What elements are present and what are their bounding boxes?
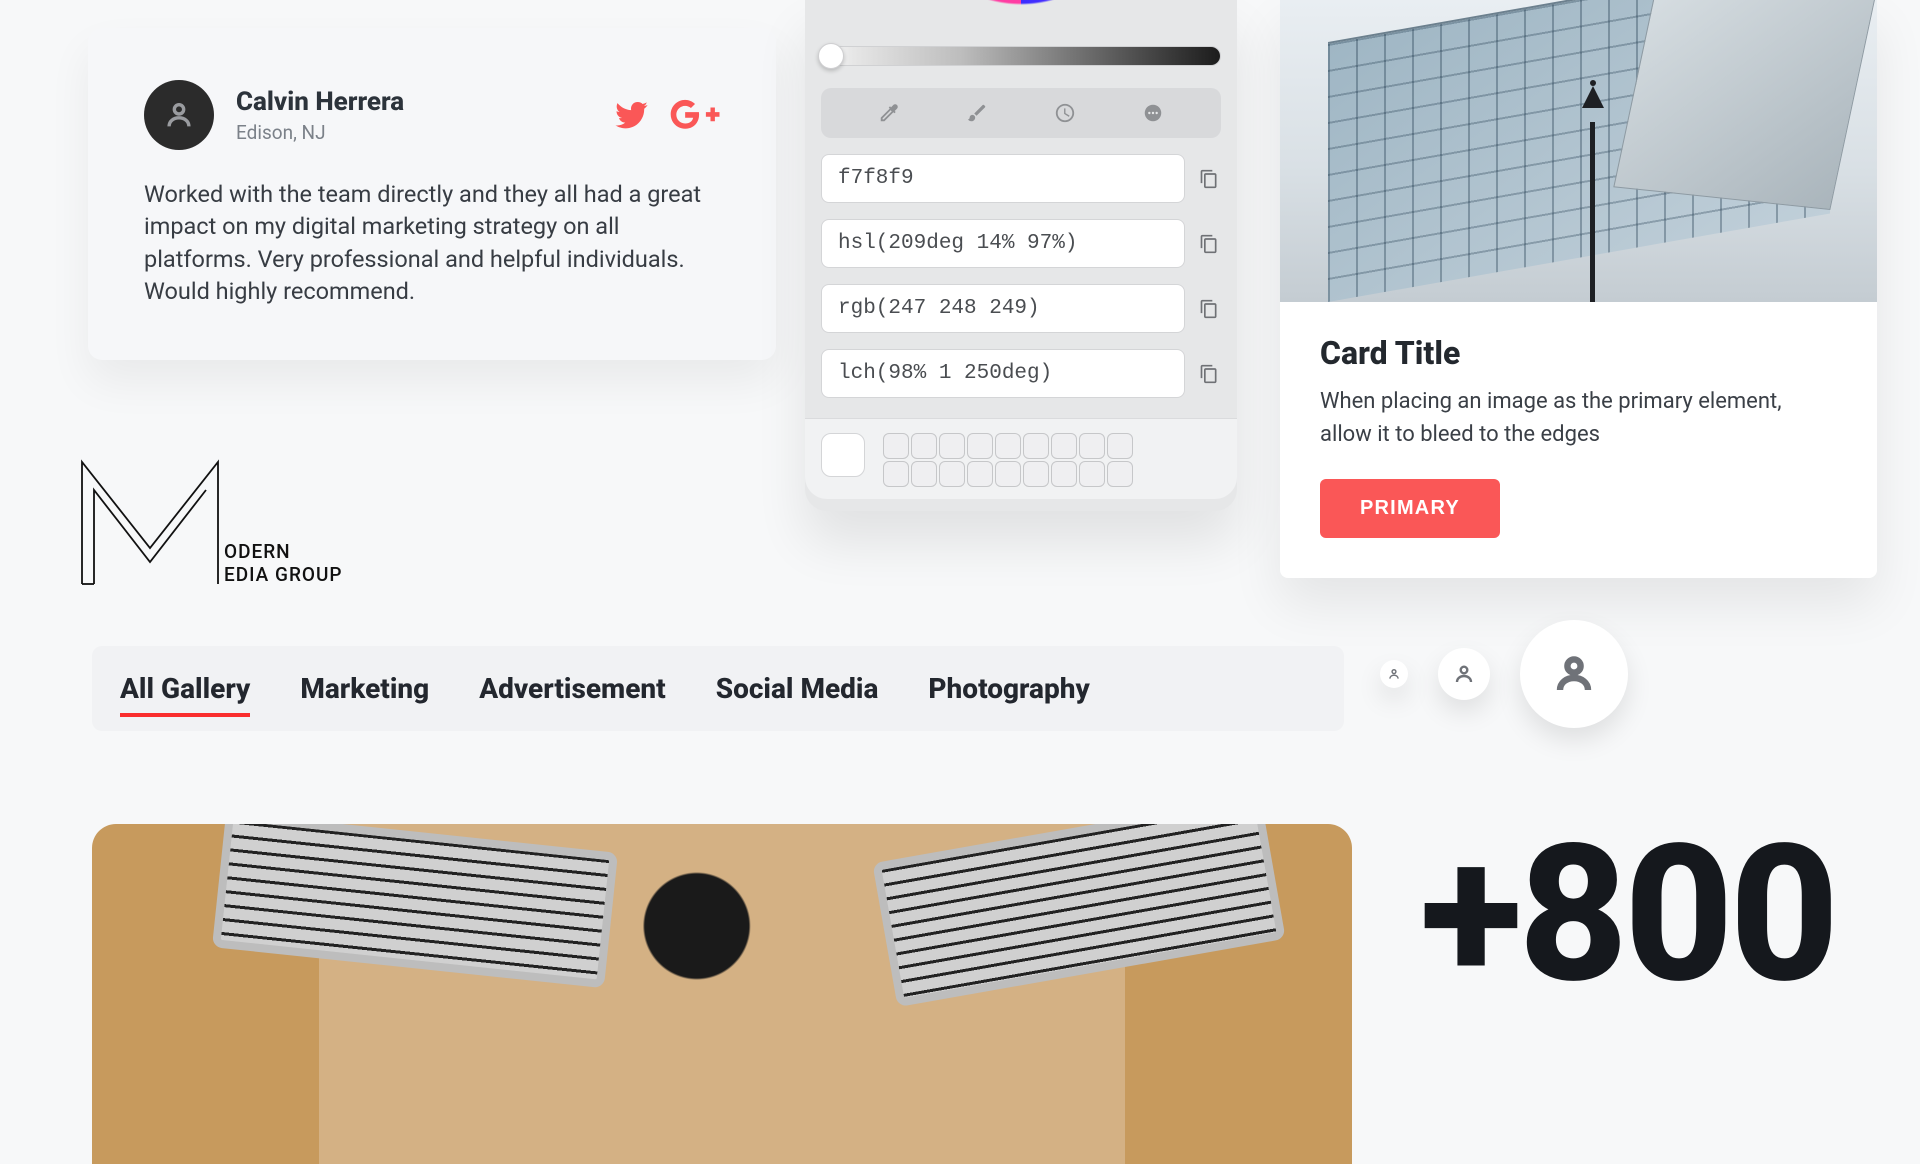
avatar-chip-small[interactable] (1380, 660, 1408, 688)
rgb-field[interactable] (821, 284, 1185, 333)
brightness-slider[interactable] (821, 46, 1221, 66)
testimonial-social (615, 98, 720, 132)
tab-social-media[interactable]: Social Media (716, 672, 879, 705)
tab-advertisement[interactable]: Advertisement (479, 672, 665, 705)
testimonial-name: Calvin Herrera (236, 87, 404, 117)
testimonial-body: Worked with the team directly and they a… (144, 178, 720, 308)
card-body: Card Title When placing an image as the … (1280, 302, 1877, 578)
copy-rgb-button[interactable] (1197, 297, 1221, 321)
card-description: When placing an image as the primary ele… (1320, 386, 1837, 451)
brightness-thumb[interactable] (818, 43, 844, 69)
logo-line-1: ODERN (224, 540, 343, 564)
person-icon (162, 98, 196, 132)
testimonial-location: Edison, NJ (236, 121, 404, 144)
avatar (144, 80, 214, 150)
swatch-grid[interactable] (883, 433, 1133, 487)
lch-field[interactable] (821, 349, 1185, 398)
person-icon (1550, 650, 1598, 698)
logo-text: ODERN EDIA GROUP (224, 540, 343, 588)
testimonial-card: Calvin Herrera Edison, NJ Worked with th… (88, 28, 776, 360)
brand-logo: ODERN EDIA GROUP (76, 452, 343, 588)
stat-number: +800 (1420, 830, 1835, 1001)
testimonial-header: Calvin Herrera Edison, NJ (144, 80, 720, 150)
twitter-icon[interactable] (615, 98, 649, 132)
tab-all-gallery[interactable]: All Gallery (120, 672, 250, 705)
person-icon (1452, 662, 1476, 686)
more-icon[interactable] (1142, 102, 1164, 124)
building-illustration (1280, 0, 1877, 302)
swatch-row (805, 418, 1237, 499)
logo-line-2: EDIA GROUP (224, 563, 343, 587)
google-plus-icon[interactable] (669, 98, 720, 132)
copy-hex-button[interactable] (1197, 167, 1221, 191)
tab-marketing[interactable]: Marketing (300, 672, 429, 705)
primary-button[interactable]: PRIMARY (1320, 479, 1500, 538)
color-spectrum[interactable] (906, 0, 1136, 28)
eyedropper-icon[interactable] (878, 102, 900, 124)
avatar-chip-medium[interactable] (1438, 648, 1490, 700)
testimonial-identity: Calvin Herrera Edison, NJ (236, 87, 404, 144)
current-swatch[interactable] (821, 433, 865, 477)
tab-photography[interactable]: Photography (928, 672, 1089, 705)
avatar-size-demo (1380, 620, 1628, 728)
color-tool-row (821, 88, 1221, 138)
hex-field[interactable] (821, 154, 1185, 203)
card-title: Card Title (1320, 334, 1837, 372)
color-picker-panel (805, 0, 1237, 511)
brush-icon[interactable] (966, 102, 988, 124)
gallery-tabs: All Gallery Marketing Advertisement Social … (92, 646, 1344, 731)
image-card: Card Title When placing an image as the … (1280, 0, 1877, 578)
copy-lch-button[interactable] (1197, 362, 1221, 386)
clock-icon[interactable] (1054, 102, 1076, 124)
avatar-chip-large[interactable] (1520, 620, 1628, 728)
lamp-post-icon (1590, 122, 1595, 302)
person-icon (1387, 667, 1401, 681)
logo-mark (76, 452, 224, 588)
hsl-field[interactable] (821, 219, 1185, 268)
gallery-hero-image (92, 824, 1352, 1164)
card-image (1280, 0, 1877, 302)
copy-hsl-button[interactable] (1197, 232, 1221, 256)
